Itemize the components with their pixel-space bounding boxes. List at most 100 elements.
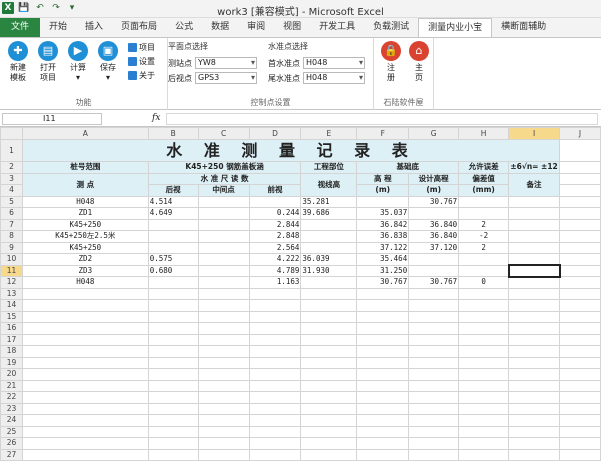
tab-5[interactable]: 数据 — [202, 18, 238, 37]
cell[interactable] — [508, 368, 561, 381]
cell[interactable] — [197, 414, 250, 427]
cell[interactable] — [458, 379, 510, 392]
cell[interactable] — [300, 322, 358, 335]
cell[interactable] — [559, 276, 601, 289]
cell[interactable] — [458, 356, 510, 369]
cell[interactable] — [248, 448, 302, 461]
cell[interactable] — [21, 391, 149, 404]
cell[interactable] — [197, 368, 250, 381]
cell[interactable] — [508, 437, 561, 450]
cell[interactable] — [458, 368, 510, 381]
column-header-B[interactable]: B — [147, 127, 199, 140]
row-header-10[interactable]: 10 — [0, 253, 23, 266]
header-cell[interactable]: 备注 — [508, 172, 561, 197]
cell[interactable] — [458, 322, 510, 335]
cell[interactable] — [147, 448, 199, 461]
cell[interactable] — [21, 345, 149, 358]
deviation-cell[interactable] — [458, 207, 510, 220]
row-header-13[interactable]: 13 — [0, 287, 23, 300]
cell[interactable] — [408, 299, 460, 312]
station-cell[interactable]: ZD1 — [21, 207, 149, 220]
cell[interactable] — [248, 322, 302, 335]
header-cell[interactable]: 基础底 — [356, 161, 460, 174]
column-header-F[interactable]: F — [356, 127, 410, 140]
cell[interactable] — [408, 391, 460, 404]
cell[interactable] — [458, 310, 510, 323]
homepage-button[interactable]: ⌂ 主 页 — [404, 41, 434, 83]
intermediate-cell[interactable] — [197, 276, 250, 289]
cell[interactable] — [559, 333, 601, 346]
cell[interactable] — [300, 310, 358, 323]
header-cell[interactable]: (m) — [356, 184, 410, 197]
name-box[interactable]: I11 — [2, 113, 102, 125]
row-header-24[interactable]: 24 — [0, 414, 23, 427]
tab-8[interactable]: 开发工具 — [310, 18, 364, 37]
header-cell[interactable]: ±6√n= ±12 — [508, 161, 561, 174]
cell[interactable] — [508, 402, 561, 415]
elevation-cell[interactable] — [356, 195, 410, 208]
cell[interactable] — [248, 437, 302, 450]
tab-1[interactable]: 开始 — [40, 18, 76, 37]
header-cell[interactable]: 工程部位 — [300, 161, 358, 174]
cell[interactable] — [458, 402, 510, 415]
cell[interactable] — [508, 391, 561, 404]
tab-2[interactable]: 插入 — [76, 18, 112, 37]
intermediate-cell[interactable] — [197, 218, 250, 231]
cell[interactable] — [408, 287, 460, 300]
cell[interactable] — [559, 310, 601, 323]
cell[interactable] — [559, 230, 601, 243]
elevation-cell[interactable]: 36.842 — [356, 218, 410, 231]
foresight-cell[interactable]: 2.564 — [248, 241, 302, 254]
backsight-cell[interactable]: 0.680 — [147, 264, 199, 277]
cell[interactable] — [147, 368, 199, 381]
cell[interactable] — [408, 333, 460, 346]
cell[interactable] — [21, 299, 149, 312]
deviation-cell[interactable]: 2 — [458, 218, 510, 231]
cell[interactable] — [248, 310, 302, 323]
cell[interactable] — [356, 402, 410, 415]
header-cell[interactable]: 水 准 尺 读 数 — [147, 172, 302, 185]
column-header-H[interactable]: H — [458, 127, 510, 140]
cell[interactable] — [508, 379, 561, 392]
cell[interactable] — [300, 299, 358, 312]
cell[interactable] — [356, 322, 410, 335]
backsight-cell[interactable]: 4.649 — [147, 207, 199, 220]
cell[interactable] — [197, 345, 250, 358]
cell[interactable] — [300, 425, 358, 438]
cell[interactable] — [559, 139, 601, 162]
cell[interactable] — [147, 333, 199, 346]
cell[interactable] — [248, 356, 302, 369]
tab-9[interactable]: 负载测试 — [364, 18, 418, 37]
cell[interactable] — [559, 345, 601, 358]
cell[interactable] — [300, 368, 358, 381]
cell[interactable] — [356, 368, 410, 381]
new-template-button[interactable]: ✚ 新建 模板 — [3, 41, 33, 83]
cell[interactable] — [559, 425, 601, 438]
cell[interactable] — [300, 345, 358, 358]
header-cell[interactable]: K45+250 钢筋盖板涵 — [147, 161, 302, 174]
station-cell[interactable]: K45+250 — [21, 218, 149, 231]
save-button[interactable]: ▣ 保存 ▾ — [93, 41, 123, 83]
register-button[interactable]: 🔒 注 册 — [376, 41, 406, 83]
row-header-20[interactable]: 20 — [0, 368, 23, 381]
cell[interactable] — [21, 379, 149, 392]
foresight-cell[interactable]: 0.244 — [248, 207, 302, 220]
cell[interactable] — [300, 414, 358, 427]
row-header-9[interactable]: 9 — [0, 241, 23, 254]
intermediate-cell[interactable] — [197, 253, 250, 266]
cell[interactable] — [300, 379, 358, 392]
station-cell[interactable]: H048 — [21, 195, 149, 208]
cell[interactable] — [197, 322, 250, 335]
header-cell[interactable]: 视线高 — [300, 172, 358, 197]
remark-cell[interactable] — [508, 207, 561, 220]
cell[interactable] — [408, 356, 460, 369]
cell[interactable] — [356, 448, 410, 461]
about-button[interactable]: 关于 — [128, 70, 155, 81]
cell[interactable] — [408, 310, 460, 323]
cell[interactable] — [356, 414, 410, 427]
remark-cell[interactable] — [508, 253, 561, 266]
cell[interactable] — [197, 356, 250, 369]
cell[interactable] — [197, 379, 250, 392]
header-cell[interactable]: (m) — [408, 184, 460, 197]
cell[interactable] — [559, 379, 601, 392]
